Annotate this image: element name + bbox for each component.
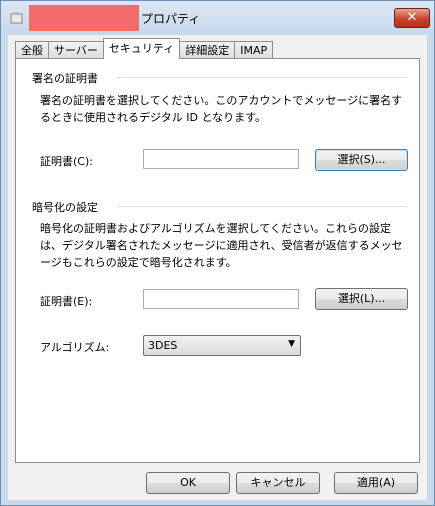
close-button[interactable]: ✕ xyxy=(394,8,430,28)
select-signing-cert-button[interactable]: 選択(S)... xyxy=(315,149,408,171)
encryption-heading: 暗号化の設定 xyxy=(32,201,98,214)
signing-divider xyxy=(117,77,407,79)
signing-description: 署名の証明書を選択してください。このアカウントでメッセージに署名するときに使用さ… xyxy=(40,94,403,124)
signing-cert-label: 証明書(C): xyxy=(40,155,93,168)
tab-security[interactable]: セキュリティ xyxy=(102,38,181,59)
encryption-divider xyxy=(117,206,407,208)
chevron-down-icon: ▼ xyxy=(288,339,295,349)
cancel-button[interactable]: キャンセル xyxy=(236,472,320,494)
algorithm-select[interactable]: 3DES ▼ xyxy=(143,335,301,356)
encryption-cert-label: 証明書(E): xyxy=(40,295,93,308)
algorithm-value: 3DES xyxy=(148,339,178,352)
algorithm-label: アルゴリズム: xyxy=(40,341,110,354)
select-encryption-cert-button[interactable]: 選択(L)... xyxy=(315,288,408,310)
ok-button[interactable]: OK xyxy=(146,472,230,494)
title-bar[interactable]: プロパティ ✕ xyxy=(1,1,434,35)
app-icon xyxy=(10,12,23,24)
redacted-account-name xyxy=(29,5,139,31)
properties-dialog: プロパティ ✕ 全般 サーバー セキュリティ 詳細設定 IMAP 署名の証明書 … xyxy=(0,0,435,506)
tab-strip: 全般 サーバー セキュリティ 詳細設定 IMAP xyxy=(15,38,274,59)
tab-server[interactable]: サーバー xyxy=(48,41,104,59)
tab-advanced[interactable]: 詳細設定 xyxy=(179,41,236,59)
tab-general[interactable]: 全般 xyxy=(15,41,49,59)
dialog-client: 全般 サーバー セキュリティ 詳細設定 IMAP 署名の証明書 署名の証明書を選… xyxy=(8,35,427,500)
encryption-description: 暗号化の証明書およびアルゴリズムを選択してください。これらの設定は、デジタル署名… xyxy=(40,222,403,269)
signing-heading: 署名の証明書 xyxy=(32,72,98,85)
tab-imap[interactable]: IMAP xyxy=(234,41,274,59)
apply-button[interactable]: 適用(A) xyxy=(334,472,418,494)
window-title: プロパティ xyxy=(141,12,201,26)
encryption-cert-field[interactable] xyxy=(143,289,299,309)
signing-cert-field[interactable] xyxy=(143,149,299,169)
security-panel: 署名の証明書 署名の証明書を選択してください。このアカウントでメッセージに署名す… xyxy=(15,58,420,463)
